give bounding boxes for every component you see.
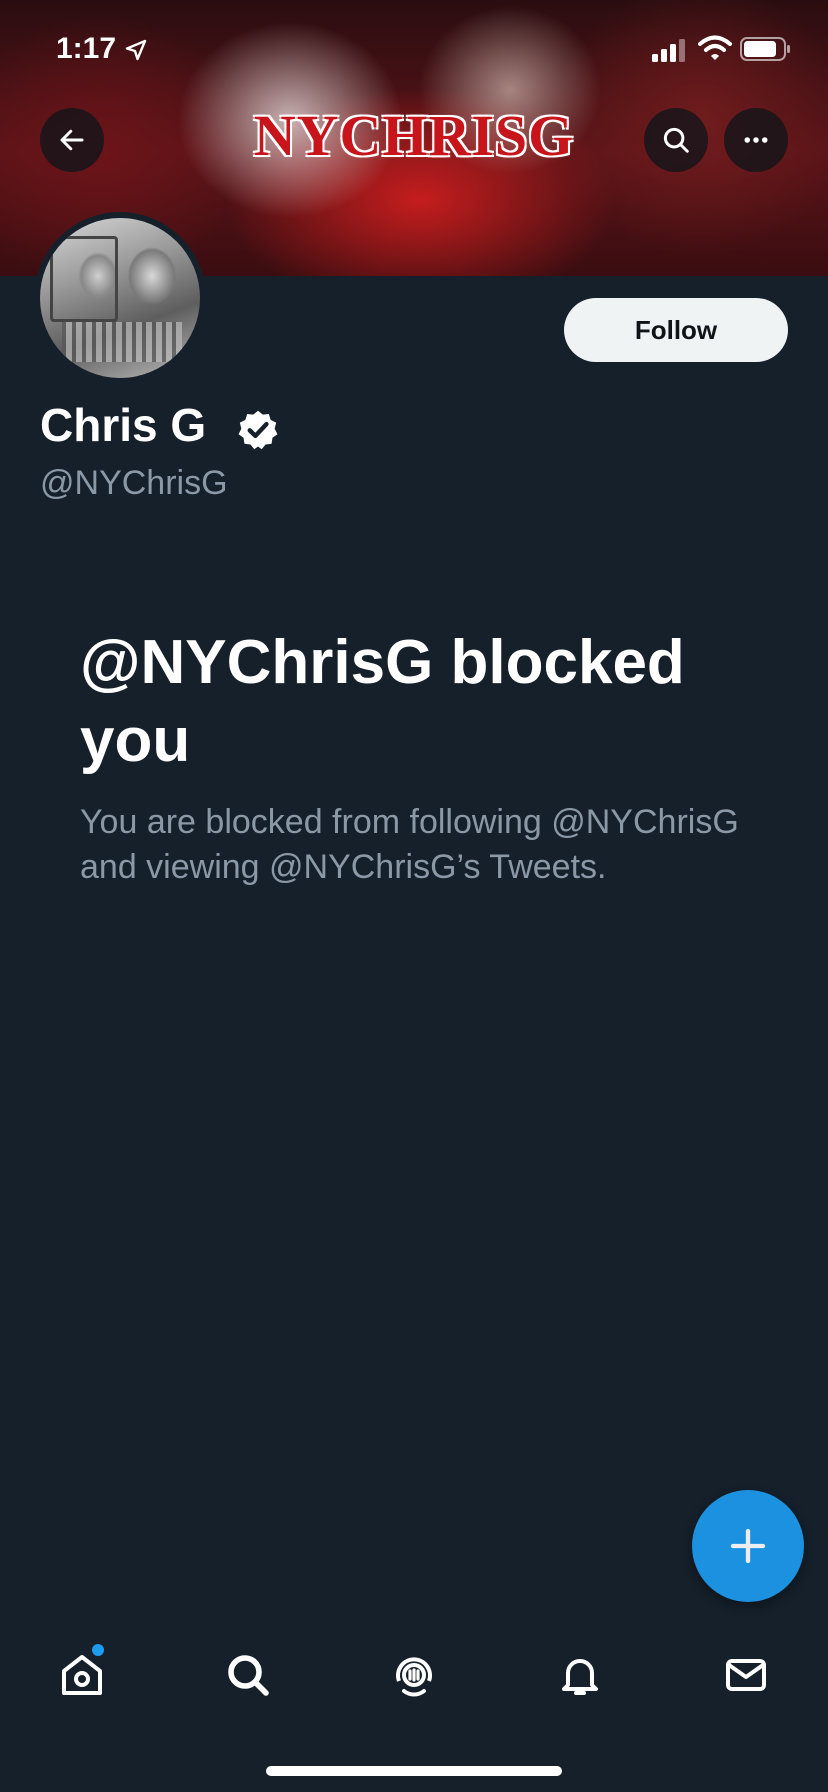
tab-spaces[interactable] — [374, 1630, 454, 1720]
battery-icon — [740, 37, 790, 61]
home-indicator[interactable] — [266, 1766, 562, 1776]
cellular-signal-icon — [652, 39, 685, 62]
bottom-tab-bar — [0, 1630, 828, 1720]
more-horizontal-icon — [744, 137, 768, 143]
location-arrow-icon — [125, 39, 147, 61]
tab-search[interactable] — [208, 1630, 288, 1720]
search-icon — [663, 127, 689, 153]
status-bar: 1:17 — [0, 0, 828, 100]
verified-badge-icon — [238, 410, 278, 450]
follow-button[interactable]: Follow — [564, 298, 788, 362]
home-icon — [62, 1655, 102, 1695]
compose-tweet-button[interactable] — [692, 1490, 804, 1602]
spaces-icon — [396, 1657, 432, 1697]
avatar-image — [40, 218, 200, 378]
avatar[interactable] — [34, 212, 206, 384]
profile-search-button[interactable] — [644, 108, 708, 172]
blocked-title: @NYChrisG blocked you — [80, 628, 685, 775]
tab-messages[interactable] — [706, 1630, 786, 1720]
display-name: Chris G — [40, 399, 207, 451]
tab-home[interactable] — [42, 1630, 122, 1720]
status-time: 1:17 — [56, 32, 117, 65]
profile-handle: @NYChrisG — [40, 464, 228, 502]
back-button[interactable] — [40, 108, 104, 172]
notifications-icon — [562, 1659, 598, 1695]
blocked-description: You are blocked from following @NYChrisG… — [80, 803, 739, 886]
arrow-left-icon — [60, 129, 84, 151]
search-icon — [228, 1655, 269, 1696]
wifi-icon — [698, 35, 732, 60]
messages-icon — [726, 1659, 766, 1691]
more-options-button[interactable] — [724, 108, 788, 172]
home-notification-dot — [92, 1644, 104, 1656]
tab-notifications[interactable] — [540, 1630, 620, 1720]
plus-icon — [730, 1528, 766, 1564]
